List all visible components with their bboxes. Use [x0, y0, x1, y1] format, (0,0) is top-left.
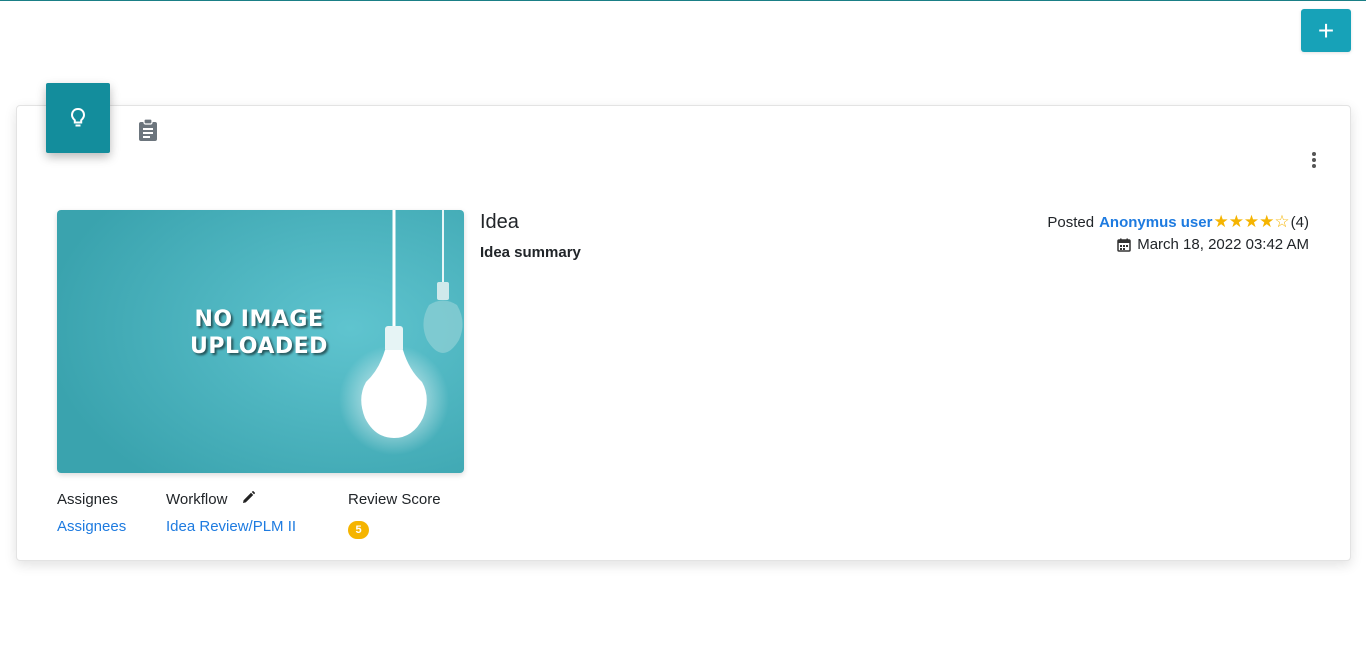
calendar-icon	[1117, 238, 1131, 252]
posted-date: March 18, 2022 03:42 AM	[1117, 236, 1309, 253]
assignees-link[interactable]: Assignees	[57, 518, 126, 535]
add-button[interactable]: +	[1301, 9, 1351, 52]
clipboard-icon	[139, 118, 157, 141]
pencil-icon	[243, 490, 256, 503]
date-text: March 18, 2022 03:42 AM	[1137, 236, 1309, 253]
lightbulb-icon	[70, 107, 86, 127]
assignees-label: Assignes	[57, 491, 118, 508]
idea-summary: Idea summary	[480, 244, 581, 261]
kebab-icon	[1312, 152, 1316, 168]
more-options-button[interactable]	[1305, 150, 1323, 172]
idea-image: NO IMAGE UPLOADED	[57, 210, 464, 473]
rating-count: (4)	[1290, 213, 1309, 231]
posted-by: Posted Anonymus user ★★★★☆ (4)	[1047, 212, 1309, 232]
star-rating: ★★★★☆	[1213, 212, 1290, 231]
review-score-badge: 5	[348, 521, 369, 539]
edit-workflow-button[interactable]	[242, 490, 256, 509]
workflow-link[interactable]: Idea Review/PLM II	[166, 518, 296, 535]
review-score-label: Review Score	[348, 491, 441, 508]
top-border	[0, 0, 1366, 1]
no-image-text: NO IMAGE UPLOADED	[190, 307, 328, 359]
tab-idea[interactable]	[46, 83, 110, 153]
author-link[interactable]: Anonymus user	[1099, 214, 1212, 231]
idea-title: Idea	[480, 211, 519, 233]
workflow-label: Workflow	[166, 491, 228, 508]
tab-clipboard[interactable]	[137, 118, 159, 142]
add-button-label: +	[1317, 14, 1335, 46]
posted-label: Posted	[1047, 213, 1095, 231]
